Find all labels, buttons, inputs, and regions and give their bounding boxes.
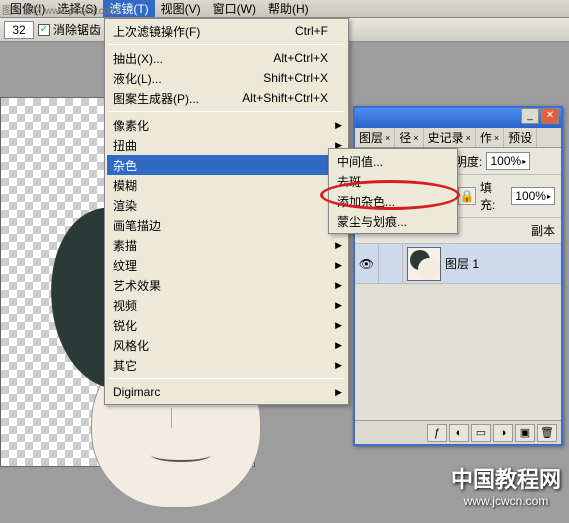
chevron-right-icon: ▶ xyxy=(335,260,342,271)
close-button[interactable]: ✕ xyxy=(541,108,559,124)
menu-sketch[interactable]: 素描▶ xyxy=(107,235,346,255)
menu-noise[interactable]: 杂色▶ xyxy=(107,155,346,175)
brush-size-input[interactable] xyxy=(4,21,34,39)
filter-menu: 上次滤镜操作(F) Ctrl+F 抽出(X)...Alt+Ctrl+X 液化(L… xyxy=(104,18,349,405)
menu-last-filter[interactable]: 上次滤镜操作(F) Ctrl+F xyxy=(107,21,346,41)
new-group-button[interactable]: ▭ xyxy=(471,424,491,442)
tab-close-icon: × xyxy=(466,133,471,143)
new-layer-button[interactable]: ▣ xyxy=(515,424,535,442)
menu-other[interactable]: 其它▶ xyxy=(107,355,346,375)
chevron-right-icon: ▶ xyxy=(335,300,342,311)
menu-view[interactable]: 视图(V) xyxy=(155,0,207,17)
check-icon: ✓ xyxy=(38,24,50,36)
chevron-right-icon: ▶ xyxy=(335,280,342,291)
chevron-right-icon: ▶ xyxy=(335,360,342,371)
menu-digimarc[interactable]: Digimarc▶ xyxy=(107,382,346,402)
visibility-toggle[interactable]: 👁 xyxy=(355,244,379,284)
menu-pixelate[interactable]: 像素化▶ xyxy=(107,115,346,135)
panel-footer: ƒ ◐ ▭ ◑ ▣ 🗑 xyxy=(355,420,561,444)
delete-layer-button[interactable]: 🗑 xyxy=(537,424,557,442)
chevron-right-icon: ▶ xyxy=(335,240,342,251)
header-watermark: 图片素材 www.ps369.com xyxy=(2,2,118,17)
submenu-median[interactable]: 中间值... xyxy=(331,151,455,171)
tab-paths[interactable]: 径× xyxy=(395,128,423,147)
menu-texture[interactable]: 纹理▶ xyxy=(107,255,346,275)
layer-row[interactable]: 👁 图层 1 xyxy=(355,244,561,284)
tab-presets[interactable]: 预设 xyxy=(504,128,537,147)
tab-close-icon: × xyxy=(413,133,418,143)
antialias-checkbox[interactable]: ✓ 消除锯齿 xyxy=(38,21,101,38)
menu-brush-strokes[interactable]: 画笔描边▶ xyxy=(107,215,346,235)
tab-close-icon: × xyxy=(385,133,390,143)
menu-window[interactable]: 窗口(W) xyxy=(207,0,262,17)
chevron-right-icon: ▶ xyxy=(335,340,342,351)
panel-tabs: 图层× 径× 史记录× 作× 预设 xyxy=(355,128,561,148)
menu-blur[interactable]: 模糊▶ xyxy=(107,175,346,195)
menu-separator xyxy=(109,44,344,45)
minimize-button[interactable]: _ xyxy=(521,108,539,124)
chevron-right-icon: ▶ xyxy=(335,320,342,331)
menu-video[interactable]: 视频▶ xyxy=(107,295,346,315)
submenu-dust-scratches[interactable]: 蒙尘与划痕... xyxy=(331,211,455,231)
noise-submenu: 中间值... 去斑 添加杂色... 蒙尘与划痕... xyxy=(328,148,458,234)
submenu-despeckle[interactable]: 去斑 xyxy=(331,171,455,191)
tab-close-icon: × xyxy=(494,133,499,143)
tab-actions[interactable]: 作× xyxy=(476,128,504,147)
menu-artistic[interactable]: 艺术效果▶ xyxy=(107,275,346,295)
link-toggle[interactable] xyxy=(379,244,403,284)
watermark-cn: 中国教程网 xyxy=(451,462,561,494)
opacity-input[interactable]: 100%▸ xyxy=(486,152,530,170)
tab-history[interactable]: 史记录× xyxy=(424,128,476,147)
layer-name[interactable]: 图层 1 xyxy=(445,255,479,272)
chevron-right-icon: ▸ xyxy=(547,192,551,201)
menu-help[interactable]: 帮助(H) xyxy=(262,0,315,17)
menu-sharpen[interactable]: 锐化▶ xyxy=(107,315,346,335)
menu-stylize[interactable]: 风格化▶ xyxy=(107,335,346,355)
chevron-right-icon: ▶ xyxy=(335,387,342,398)
copy-label: 副本 xyxy=(531,222,555,239)
layer-mask-button[interactable]: ◐ xyxy=(449,424,469,442)
fill-input[interactable]: 100%▸ xyxy=(511,187,555,205)
eye-icon: 👁 xyxy=(359,257,374,271)
layer-thumbnail[interactable] xyxy=(407,247,441,281)
top-watermark: www.PhotoPS.com xyxy=(454,2,563,14)
layer-list: 👁 图层 1 xyxy=(355,244,561,424)
submenu-add-noise[interactable]: 添加杂色... xyxy=(331,191,455,211)
adjustment-layer-button[interactable]: ◑ xyxy=(493,424,513,442)
fill-label: 填充: xyxy=(480,179,507,213)
menu-render[interactable]: 渲染▶ xyxy=(107,195,346,215)
chevron-right-icon: ▸ xyxy=(522,157,526,166)
menu-pattern-maker[interactable]: 图案生成器(P)...Alt+Shift+Ctrl+X xyxy=(107,88,346,108)
watermark: 中国教程网 www.jcwcn.com xyxy=(451,462,561,508)
lock-all-button[interactable]: 🔒 xyxy=(458,187,476,205)
watermark-en: www.jcwcn.com xyxy=(451,494,561,508)
panel-titlebar[interactable]: _ ✕ xyxy=(355,108,561,128)
menu-extract[interactable]: 抽出(X)...Alt+Ctrl+X xyxy=(107,48,346,68)
chevron-right-icon: ▶ xyxy=(335,120,342,131)
tab-layers[interactable]: 图层× xyxy=(355,128,395,147)
layer-style-button[interactable]: ƒ xyxy=(427,424,447,442)
menu-distort[interactable]: 扭曲▶ xyxy=(107,135,346,155)
menu-separator xyxy=(109,378,344,379)
antialias-label: 消除锯齿 xyxy=(53,21,101,38)
menu-separator xyxy=(109,111,344,112)
menu-liquify[interactable]: 液化(L)...Shift+Ctrl+X xyxy=(107,68,346,88)
